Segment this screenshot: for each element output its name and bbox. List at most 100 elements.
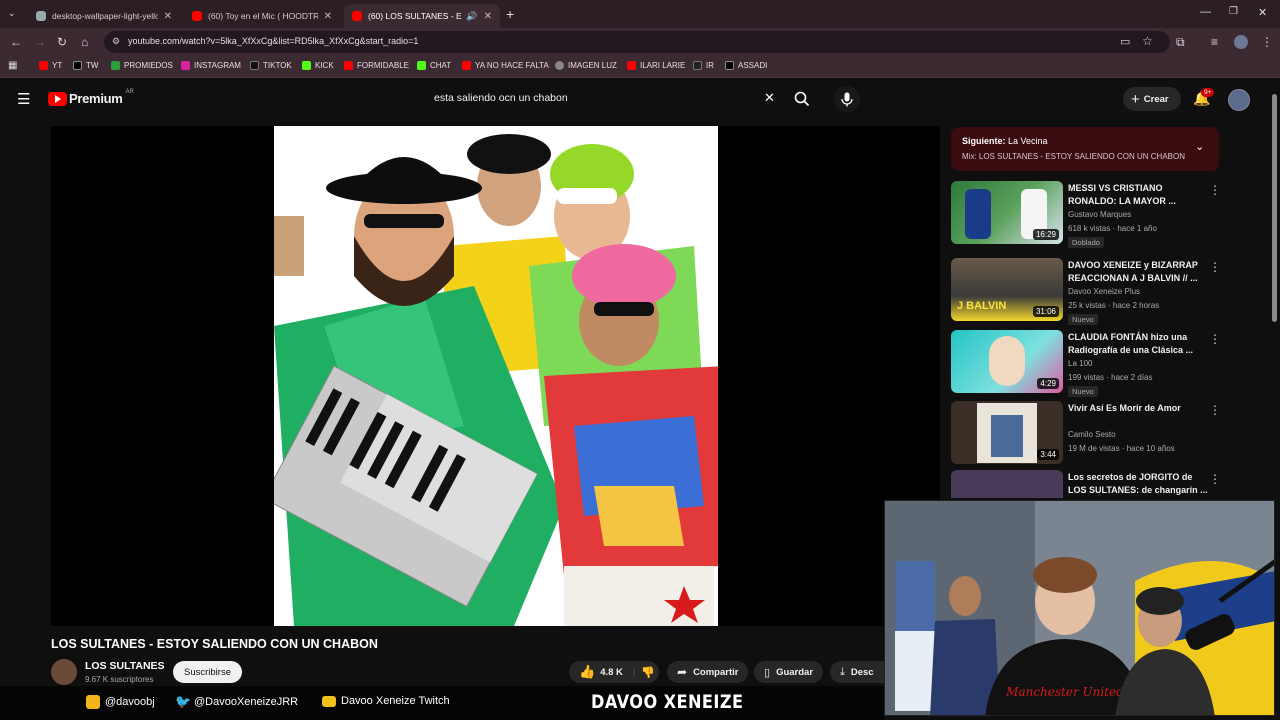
close-tab-icon[interactable]: ✕ (164, 11, 172, 22)
extensions-icon[interactable]: ⧉ (1176, 35, 1185, 50)
video-player[interactable] (51, 126, 940, 626)
video-meta: 618 k vistas · hace 1 año (1068, 224, 1157, 233)
search-input[interactable]: esta saliendo ocn un chabon (434, 92, 568, 104)
close-tab-icon[interactable]: ✕ (484, 11, 492, 22)
like-icon[interactable]: 👍 (579, 664, 595, 680)
video-thumbnail[interactable]: 4:29 (951, 330, 1063, 393)
tab-toy-en-el-mic[interactable]: (60) Toy en el Mic ( HOODTRAP ✕ (184, 4, 340, 28)
microphone-icon (841, 92, 853, 106)
close-tab-icon[interactable]: ✕ (324, 11, 332, 22)
up-next-mix-panel[interactable]: Siguiente: La Vecina Mix: LOS SULTANES -… (951, 127, 1219, 171)
bookmark-instagram[interactable]: INSTAGRAM (181, 61, 241, 70)
download-button[interactable]: ⤓ Desc (830, 661, 884, 683)
more-options-icon[interactable]: ⋮ (1209, 332, 1221, 346)
bookmarks-bar: ▦ YT TW PROMIEDOS INSTAGRAM TIKTOK KICK … (0, 56, 1280, 78)
hamburger-menu-icon[interactable]: ☰ (17, 90, 30, 108)
bookmark-imagen-luz[interactable]: IMAGEN LUZ (555, 61, 617, 70)
subscribe-button[interactable]: Suscribirse (173, 661, 242, 683)
youtube-header: ☰ Premium AR esta saliendo ocn un chabon… (0, 79, 1280, 119)
speaker-icon[interactable]: 🔊 (466, 11, 477, 22)
more-options-icon[interactable]: ⋮ (1209, 403, 1221, 417)
bookmark-tiktok[interactable]: TIKTOK (250, 61, 292, 70)
share-button[interactable]: ➦ Compartir (667, 661, 749, 683)
recommendation-item[interactable]: 4:29 CLAUDIA FONTÁN hizo una Radiografía… (951, 330, 1231, 398)
scrollbar-thumb[interactable] (1272, 94, 1277, 322)
omnibox[interactable]: ⚙ youtube.com/watch?v=5lka_XfXxCg&list=R… (104, 31, 1170, 53)
bookmark-label: KICK (315, 61, 334, 70)
create-button[interactable]: + Crear (1123, 87, 1181, 111)
voice-search-button[interactable] (834, 86, 860, 112)
channel-avatar[interactable] (51, 659, 77, 685)
bookmark-star-icon[interactable]: ☆ (1142, 34, 1153, 48)
video-thumbnail[interactable]: 16:29 (951, 181, 1063, 244)
tab-los-sultanes[interactable]: (60) LOS SULTANES - ESTOY 🔊 ✕ (344, 4, 500, 28)
bookmark-label: IMAGEN LUZ (568, 61, 617, 70)
bookmark-ilari-larie[interactable]: ILARI LARIE (627, 61, 685, 70)
back-icon[interactable]: ← (10, 35, 22, 49)
next-title: La Vecina (1008, 136, 1048, 146)
clear-search-icon[interactable]: ✕ (764, 90, 775, 106)
channel-name[interactable]: La 100 (1068, 359, 1092, 368)
bookmark-yt[interactable]: YT (39, 61, 62, 70)
like-count[interactable]: 4.8 K (600, 667, 623, 678)
recommendation-item[interactable]: Los secretos de JORGITO de LOS SULTANES:… (951, 470, 1231, 498)
channel-name[interactable]: LOS SULTANES (85, 660, 165, 672)
dislike-icon[interactable]: 👎 (641, 666, 655, 679)
channel-name[interactable]: Davoo Xeneize Plus (1068, 287, 1140, 296)
stream-footer: @davoobj 🐦 @DavooXeneizeJRR Davoo Xeneiz… (0, 686, 884, 720)
account-avatar[interactable] (1228, 89, 1250, 111)
bookmark-kick[interactable]: KICK (302, 61, 334, 70)
bookmark-chat[interactable]: CHAT (417, 61, 451, 70)
forward-icon[interactable]: → (34, 35, 46, 49)
maximize-button[interactable]: ❐ (1229, 6, 1238, 17)
more-options-icon[interactable]: ⋮ (1209, 472, 1221, 486)
apps-grid-icon[interactable]: ▦ (8, 60, 17, 71)
logo-text: Premium (69, 91, 123, 106)
video-thumbnail[interactable]: J BALVIN 31:06 (951, 258, 1063, 321)
cast-icon[interactable]: ▭ (1120, 35, 1130, 48)
bookmark-promiedos[interactable]: PROMIEDOS (111, 61, 173, 70)
bookmark-assadi[interactable]: ASSADI (725, 61, 767, 70)
bookmark-label: PROMIEDOS (124, 61, 173, 70)
video-title[interactable]: CLAUDIA FONTÁN hizo una Radiografía de u… (1068, 331, 1208, 357)
video-thumbnail[interactable] (951, 470, 1063, 498)
more-options-icon[interactable]: ⋮ (1209, 183, 1221, 197)
search-box[interactable]: esta saliendo ocn un chabon ✕ (424, 86, 786, 112)
chevron-down-icon[interactable]: ⌄ (1195, 140, 1204, 153)
reload-icon[interactable]: ↻ (57, 35, 67, 49)
home-icon[interactable]: ⌂ (81, 35, 88, 49)
bookmark-tw[interactable]: TW (73, 61, 98, 70)
site-info-icon[interactable]: ⚙ (112, 36, 120, 47)
plus-icon: + (1131, 90, 1140, 108)
video-title[interactable]: MESSI VS CRISTIANO RONALDO: LA MAYOR ... (1068, 182, 1208, 208)
video-title[interactable]: Vivir Así Es Morir de Amor (1068, 402, 1208, 415)
globe-icon (36, 11, 46, 21)
close-window-button[interactable]: ✕ (1258, 6, 1267, 19)
bookmark-ir[interactable]: IR (693, 61, 714, 70)
url-text[interactable]: youtube.com/watch?v=5lka_XfXxCg&list=RD5… (128, 36, 418, 46)
video-thumbnail[interactable]: 3:44 (951, 401, 1063, 464)
recommendation-item[interactable]: 3:44 Vivir Así Es Morir de Amor Camilo S… (951, 401, 1231, 469)
recommendation-item[interactable]: J BALVIN 31:06 DAVOO XENEIZE y BIZARRAP … (951, 258, 1231, 326)
menu-kebab-icon[interactable]: ⋮ (1261, 35, 1273, 49)
video-title[interactable]: Los secretos de JORGITO de LOS SULTANES:… (1068, 471, 1208, 497)
channel-name[interactable]: Gustavo Marques (1068, 210, 1131, 219)
minimize-button[interactable]: — (1200, 6, 1211, 18)
bookmark-ya-no-hace-falta[interactable]: YA NO HACE FALTA (462, 61, 549, 70)
search-button[interactable] (788, 86, 816, 112)
save-button[interactable]: ▯ Guardar (754, 661, 824, 683)
profile-avatar[interactable] (1234, 35, 1248, 49)
tab-search-icon[interactable]: ⌄ (8, 8, 16, 19)
new-tab-button[interactable]: + (506, 6, 514, 22)
duration-badge: 3:44 (1037, 449, 1059, 460)
youtube-premium-logo[interactable]: Premium AR (48, 89, 134, 106)
reading-list-icon[interactable]: ≡ (1211, 35, 1218, 49)
youtube-icon (39, 61, 48, 70)
channel-name[interactable]: Camilo Sesto (1068, 430, 1116, 439)
bookmark-formidable[interactable]: FORMIDABLE (344, 61, 409, 70)
webcam-overlay: Manchester United (884, 500, 1275, 716)
video-title[interactable]: DAVOO XENEIZE y BIZARRAP REACCIONAN A J … (1068, 259, 1208, 285)
tab-wallpaper[interactable]: desktop-wallpaper-light-yellow ✕ (28, 4, 180, 28)
more-options-icon[interactable]: ⋮ (1209, 260, 1221, 274)
recommendation-item[interactable]: 16:29 MESSI VS CRISTIANO RONALDO: LA MAY… (951, 181, 1231, 249)
